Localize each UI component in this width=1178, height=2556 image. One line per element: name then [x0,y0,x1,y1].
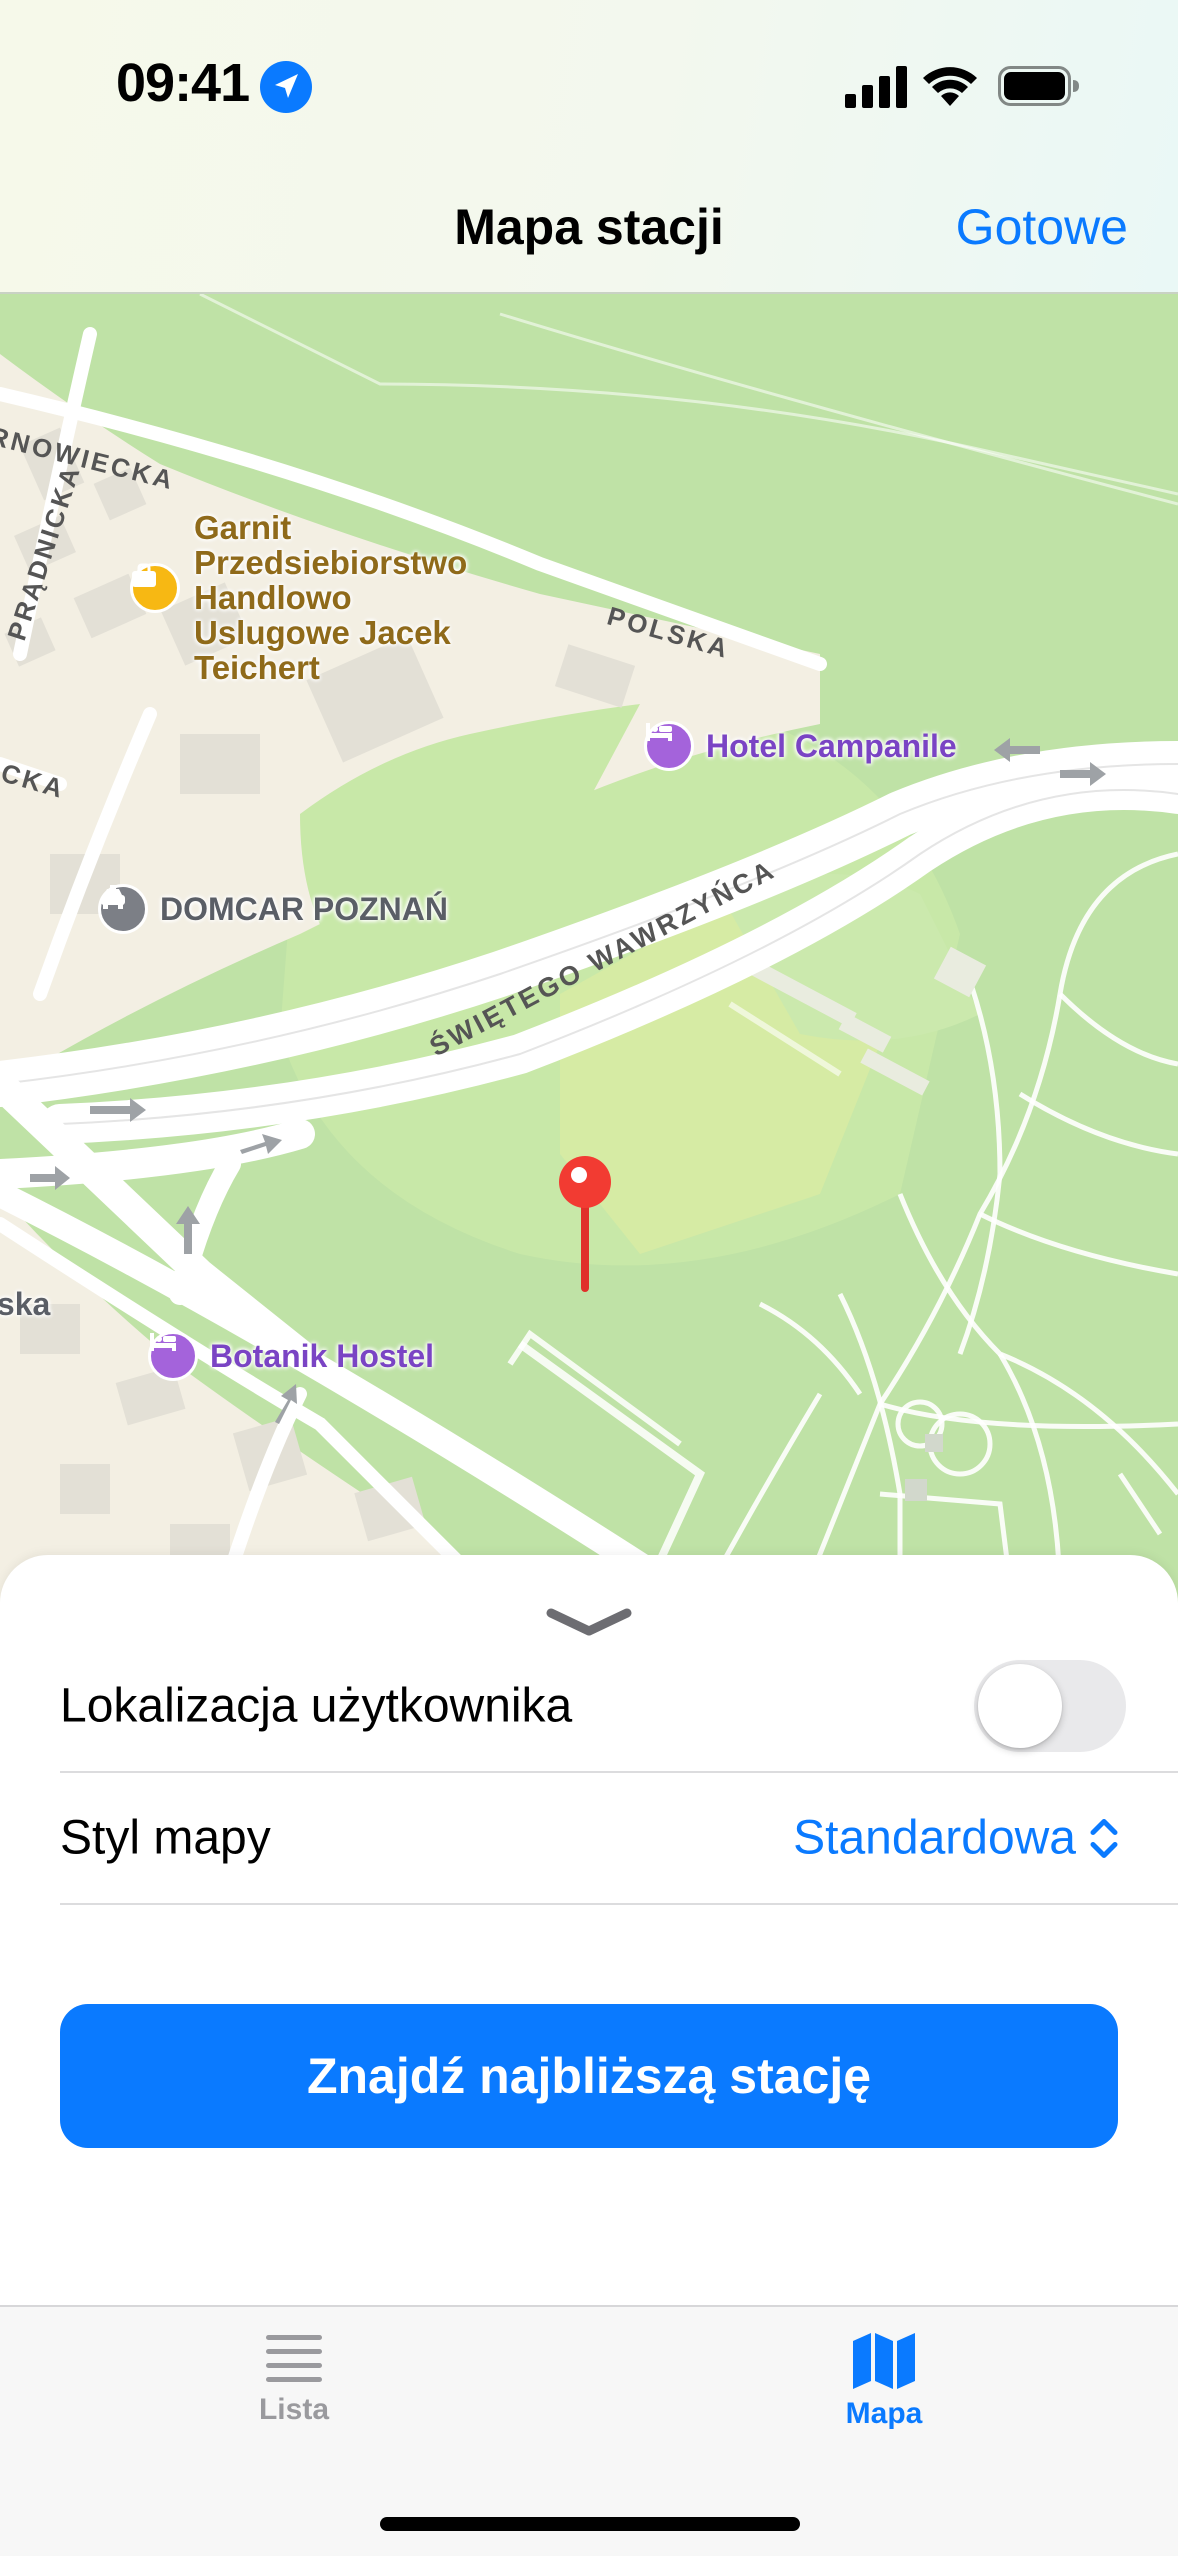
wifi-icon [923,67,977,106]
poi-domcar[interactable]: DOMCAR POZNAŃ [98,884,448,934]
map-icon [853,2333,915,2389]
status-time: 09:41 [116,53,250,113]
shopping-bag-icon [130,563,180,613]
home-indicator [380,2517,800,2531]
find-nearest-station-button[interactable]: Znajdź najbliższą stację [60,2004,1118,2148]
tab-list-label: Lista [258,2393,330,2426]
bed-icon [644,721,694,771]
tab-map[interactable]: Mapa [734,2331,1034,2431]
chevron-up-down-icon [1090,1818,1118,1858]
user-location-row: Lokalizacja użytkownika [60,1641,1178,1773]
status-bar: 09:41 [0,0,1178,170]
poi-domcar-label: DOMCAR POZNAŃ [160,890,448,927]
bed-icon [148,1331,198,1381]
map-style-picker[interactable]: Standardowa [793,1811,1120,1866]
user-location-label: Lokalizacja użytkownika [60,1679,573,1733]
collapse-chevron-icon[interactable] [545,1605,633,1639]
poi-garnit[interactable] [130,563,180,613]
map-style-label: Styl mapy [60,1811,271,1865]
partial-place-label: lska [0,1286,51,1322]
station-map[interactable]: RNOWIECKA PRĄDNICKA POLSKA ICKA ŚWIĘTEGO… [0,294,1178,1604]
poi-botanik-hostel-label: Botanik Hostel [210,1337,435,1374]
map-options-sheet: Lokalizacja użytkownika Styl mapy Standa… [0,1555,1178,2307]
toggle-knob [978,1664,1062,1748]
tab-bar: Lista Mapa [0,2305,1178,2556]
top-header: 09:41 Mapa stacji Gotowe [0,0,1178,294]
list-icon [266,2335,322,2382]
poi-garnit-label: Garnit Przedsiebiorstwo Handlowo Uslugow… [194,509,468,686]
poi-botanik-hostel[interactable]: Botanik Hostel [148,1331,434,1381]
map-style-row: Styl mapy Standardowa [60,1773,1178,1905]
tab-list[interactable]: Lista [144,2331,444,2427]
tab-map-label: Mapa [845,2397,923,2430]
cellular-signal-icon [845,66,907,108]
battery-icon [998,66,1079,106]
poi-hotel-campanile-label: Hotel Campanile [706,727,957,764]
user-location-toggle[interactable] [974,1660,1126,1752]
car-icon [98,884,148,934]
poi-hotel-campanile[interactable]: Hotel Campanile [644,721,957,771]
location-arrow-icon [260,61,312,113]
map-style-value: Standardowa [793,1811,1076,1865]
done-button[interactable]: Gotowe [956,198,1128,256]
